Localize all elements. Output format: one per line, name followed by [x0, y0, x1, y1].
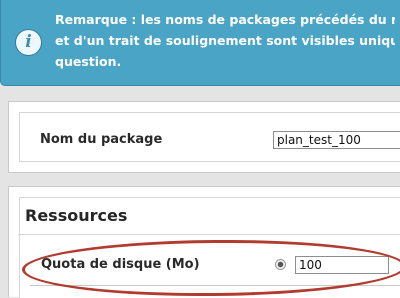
row-divider — [30, 285, 400, 286]
notice-text: Remarque : les noms de packages précédés… — [55, 9, 395, 72]
info-notice: i Remarque : les noms de packages précéd… — [0, 0, 400, 86]
disk-quota-radio[interactable] — [275, 259, 286, 270]
notice-line: question. — [55, 54, 122, 69]
info-icon: i — [15, 29, 42, 56]
resources-panel — [8, 186, 400, 298]
disk-quota-input[interactable] — [295, 256, 389, 274]
package-name-input[interactable] — [273, 131, 400, 149]
resources-title: Ressources — [25, 206, 128, 225]
notice-line: Remarque : les noms de packages précédés… — [55, 12, 395, 27]
section-divider — [18, 234, 400, 235]
notice-line: et d'un trait de soulignement sont visib… — [55, 33, 395, 48]
disk-quota-label: Quota de disque (Mo) — [41, 257, 200, 272]
package-name-label: Nom du package — [40, 132, 163, 147]
